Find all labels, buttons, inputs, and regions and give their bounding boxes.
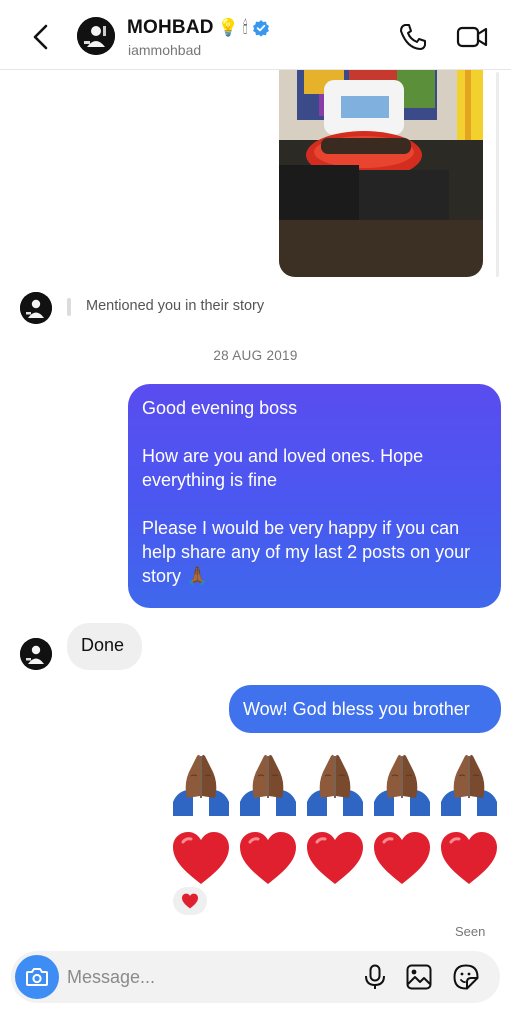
gallery-icon[interactable] xyxy=(405,963,433,991)
camera-button[interactable] xyxy=(15,955,59,999)
praying-hands-icon xyxy=(167,752,234,816)
praying-hands-icon xyxy=(435,752,502,816)
incoming-message-bubble[interactable]: Done xyxy=(67,623,142,670)
sender-avatar[interactable] xyxy=(20,292,52,324)
contact-username: iammohbad xyxy=(128,42,202,58)
verified-badge-icon xyxy=(252,20,269,37)
red-heart-icon xyxy=(167,830,234,886)
story-mention-text: Mentioned you in their story xyxy=(86,298,265,314)
praying-hands-icon xyxy=(234,752,301,816)
red-heart-icon xyxy=(368,830,435,886)
candle-emoji: 🕯 xyxy=(242,17,248,38)
praying-hands-icon xyxy=(368,752,435,816)
sender-avatar[interactable] xyxy=(20,638,52,670)
camera-icon xyxy=(26,968,48,986)
back-chevron-icon[interactable] xyxy=(26,22,56,52)
heart-reaction[interactable] xyxy=(173,887,207,915)
message-input[interactable] xyxy=(67,963,347,991)
microphone-icon[interactable] xyxy=(361,963,389,991)
message-composer xyxy=(11,951,500,1003)
lightbulb-emoji: 💡 xyxy=(217,17,239,38)
red-heart-icon xyxy=(301,830,368,886)
contact-name-row[interactable]: MOHBAD 💡 🕯 xyxy=(127,15,270,41)
outgoing-message-bubble[interactable]: Good evening boss How are you and loved … xyxy=(128,384,501,608)
sticker-icon[interactable] xyxy=(452,963,480,991)
heart-icon xyxy=(182,893,198,909)
outgoing-message-bubble[interactable]: Wow! God bless you brother xyxy=(229,685,501,733)
story-image[interactable] xyxy=(279,60,483,277)
praying-hands-emoji-message[interactable] xyxy=(167,752,502,816)
red-heart-icon xyxy=(435,830,502,886)
video-camera-icon[interactable] xyxy=(456,22,488,52)
seen-status: Seen xyxy=(455,924,486,939)
hearts-emoji-message[interactable] xyxy=(167,830,502,886)
contact-name: MOHBAD xyxy=(127,17,214,38)
praying-hands-icon xyxy=(301,752,368,816)
contact-avatar[interactable] xyxy=(77,17,115,55)
chat-header: MOHBAD 💡 🕯 iammohbad xyxy=(0,0,511,70)
scroll-indicator xyxy=(496,72,499,277)
phone-icon[interactable] xyxy=(398,22,428,52)
date-separator: 28 AUG 2019 xyxy=(213,348,298,363)
mention-reply-bar xyxy=(67,298,71,316)
red-heart-icon xyxy=(234,830,301,886)
